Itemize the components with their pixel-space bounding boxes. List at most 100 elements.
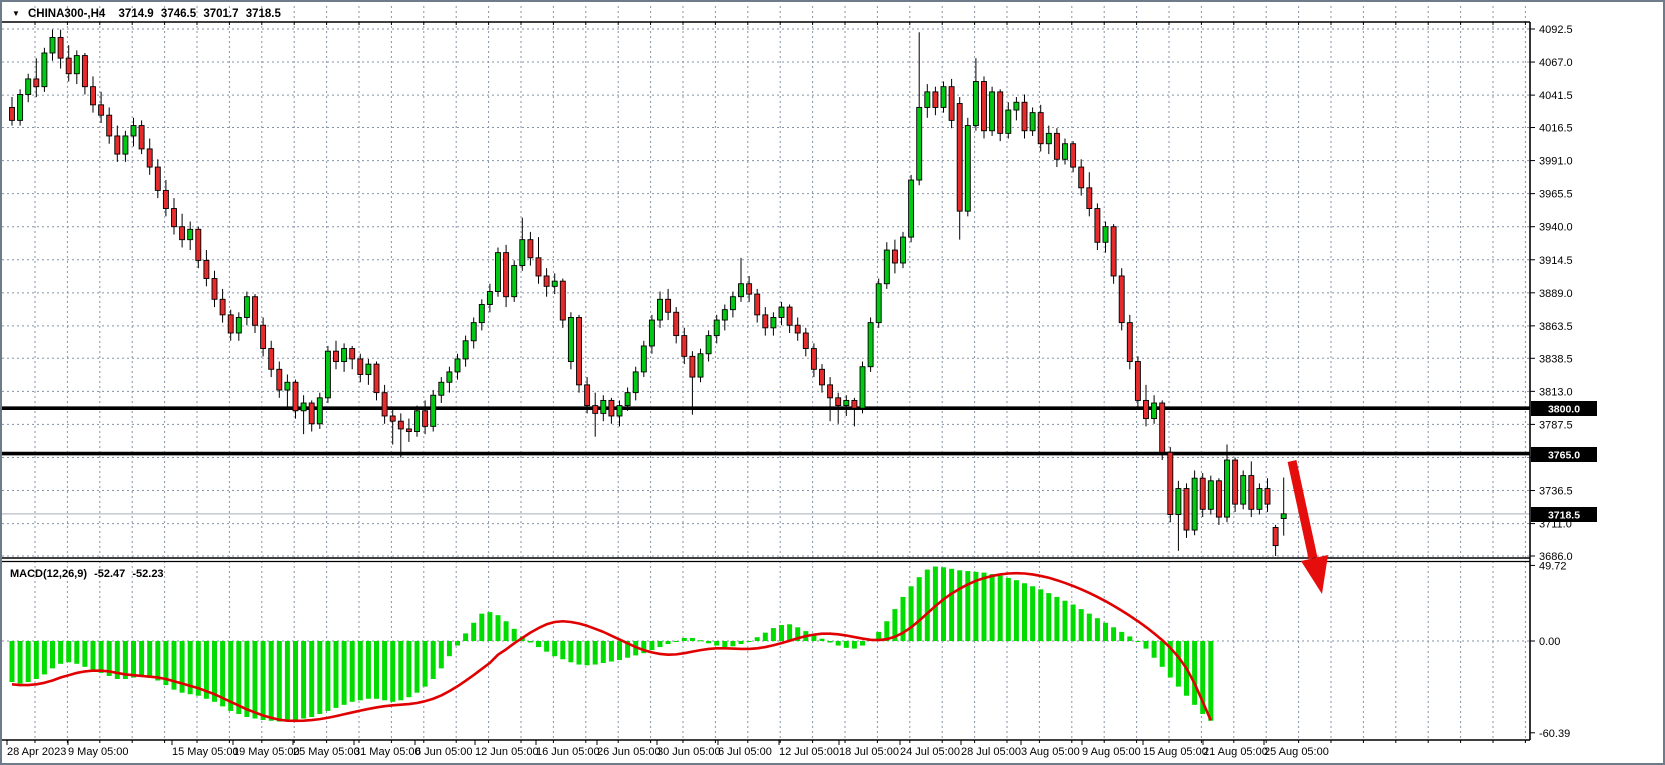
candle [998, 89, 1003, 141]
macd-histogram-bar [374, 641, 379, 699]
macd-histogram-bar [50, 641, 55, 668]
macd-histogram-bar [1054, 597, 1059, 641]
candle [512, 260, 517, 301]
macd-histogram-bar [1079, 609, 1084, 641]
candle [342, 343, 347, 372]
macd-histogram-bar [860, 641, 865, 646]
macd-histogram-bar [585, 641, 590, 665]
candle [714, 315, 719, 344]
candle [423, 400, 428, 434]
svg-text:3718.5: 3718.5 [1548, 510, 1580, 522]
candle [1087, 172, 1092, 216]
candle [828, 377, 833, 421]
macd-histogram-bar [1208, 641, 1213, 721]
macd-histogram-bar [253, 641, 258, 719]
candle [674, 307, 679, 343]
macd-histogram-bar [965, 571, 970, 641]
time-axis-label: 25 Aug 05:00 [1264, 746, 1329, 758]
macd-histogram-bar [577, 641, 582, 665]
candle [1135, 356, 1140, 408]
candle [244, 292, 249, 326]
macd-histogram-bar [147, 641, 152, 677]
time-axis-label: 16 Jun 05:00 [536, 746, 600, 758]
macd-histogram-bar [593, 641, 598, 665]
candle [633, 367, 638, 401]
macd-histogram-bar [301, 641, 306, 719]
candle [1200, 473, 1205, 517]
candle [698, 349, 703, 383]
candle [1111, 224, 1116, 284]
candle [917, 32, 922, 185]
candle [1225, 444, 1230, 522]
candle [763, 307, 768, 336]
macd-histogram-bar [34, 641, 39, 679]
candle [261, 317, 266, 356]
candle [1176, 481, 1181, 551]
price-tick-label: 3965.5 [1539, 189, 1573, 201]
macd-histogram-bar [771, 628, 776, 641]
candle [860, 362, 865, 414]
candle [925, 84, 930, 118]
time-axis-label: 15 Aug 05:00 [1143, 746, 1208, 758]
price-chart-canvas[interactable]: 4092.54067.04041.54016.53991.03965.53940… [2, 2, 1663, 763]
macd-histogram-bar [1119, 632, 1124, 641]
candle [706, 330, 711, 361]
candle [366, 359, 371, 385]
price-tick-label: 3991.0 [1539, 156, 1573, 168]
candle [593, 393, 598, 437]
candle [42, 48, 47, 92]
macd-histogram-bar [836, 641, 841, 646]
candle [1233, 457, 1238, 511]
macd-histogram-bar [706, 641, 711, 643]
macd-histogram-bar [293, 641, 298, 720]
macd-histogram-bar [131, 641, 136, 677]
macd-histogram-bar [820, 639, 825, 641]
grid-lines [2, 6, 1530, 740]
candle [382, 385, 387, 424]
candle [739, 258, 744, 302]
macd-histogram-bar [1111, 627, 1116, 641]
macd-histogram-bar [1046, 593, 1051, 641]
macd-histogram-bar [1152, 641, 1157, 658]
candle [123, 131, 128, 162]
macd-histogram-bar [58, 641, 63, 664]
candle [204, 250, 209, 286]
candle [269, 341, 274, 377]
macd-histogram-bar [91, 641, 96, 670]
macd-histogram-bar [609, 641, 614, 662]
macd-histogram-bar [1071, 605, 1076, 641]
macd-histogram-bar [722, 641, 727, 647]
macd-histogram-bar [949, 569, 954, 641]
candle [1079, 159, 1084, 195]
macd-histogram-bar [674, 641, 679, 642]
macd-histogram-bar [852, 641, 857, 649]
macd-histogram-bar [10, 641, 15, 682]
candle [1119, 268, 1124, 330]
candle [471, 317, 476, 348]
macd-histogram-bar [309, 641, 314, 717]
candle [747, 276, 752, 302]
candle [1160, 400, 1165, 460]
candle [1249, 461, 1254, 517]
price-tick-label: 3813.0 [1539, 386, 1573, 398]
macd-histogram-bar [74, 641, 79, 664]
price-tag-support: 3765.0 [1531, 447, 1597, 462]
candle [504, 245, 509, 307]
macd-histogram-bar [1095, 618, 1100, 641]
symbol-marker-icon[interactable]: ▼ [12, 9, 20, 18]
macd-histogram-bar [82, 641, 87, 667]
macd-histogram-bar [463, 633, 468, 641]
price-tick-label: 3736.5 [1539, 486, 1573, 498]
macd-histogram-bar [544, 641, 549, 652]
macd-histogram-bar [552, 641, 557, 656]
time-axis-label: 21 Aug 05:00 [1203, 746, 1268, 758]
down-arrow-annotation[interactable] [1292, 461, 1328, 594]
chart-window[interactable]: 4092.54067.04041.54016.53991.03965.53940… [0, 0, 1665, 765]
macd-histogram-bar [1014, 580, 1019, 641]
candle [50, 30, 55, 61]
macd-histogram-bar [236, 641, 241, 714]
macd-histogram-bar [568, 641, 573, 662]
candle [884, 242, 889, 289]
macd-histogram-bar [536, 641, 541, 647]
macd-histogram-bar [334, 641, 339, 708]
